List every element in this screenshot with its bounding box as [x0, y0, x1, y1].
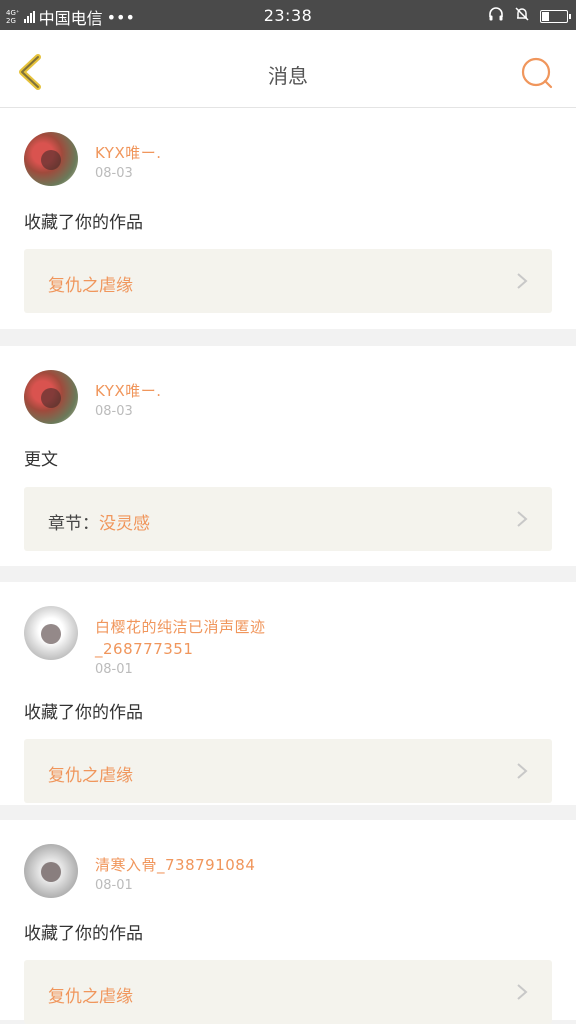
status-right: [488, 6, 571, 26]
action-text: 收藏了你的作品: [24, 924, 143, 944]
avatar[interactable]: [24, 606, 78, 660]
message-date: 08-03: [95, 166, 133, 181]
work-title: 复仇之虐缘: [48, 987, 133, 1007]
action-text: 收藏了你的作品: [24, 703, 143, 723]
avatar[interactable]: [24, 844, 78, 898]
avatar[interactable]: [24, 370, 78, 424]
work-link[interactable]: 复仇之虐缘: [24, 249, 552, 313]
username[interactable]: 白樱花的纯洁已消声匿迹_268777351: [95, 616, 335, 660]
message-card: 清寒入骨_738791084 08-01 收藏了你的作品 复仇之虐缘: [0, 820, 576, 1024]
chevron-right-icon: [517, 763, 528, 779]
message-card: KYX唯ー. 08-03 更文 章节：没灵感: [0, 346, 576, 566]
mute-bell-icon: [514, 6, 530, 26]
username[interactable]: 清寒入骨_738791084: [95, 854, 255, 876]
headphone-icon: [488, 6, 504, 26]
message-date: 08-03: [95, 404, 133, 419]
search-icon: [521, 57, 553, 89]
work-prefix: 章节：: [48, 514, 99, 534]
message-date: 08-01: [95, 662, 133, 677]
work-link[interactable]: 章节：没灵感: [24, 487, 552, 551]
work-link[interactable]: 复仇之虐缘: [24, 960, 552, 1024]
work-label: 复仇之虐缘: [48, 761, 133, 786]
app-header: 消息: [0, 30, 576, 108]
action-text: 更文: [24, 450, 58, 470]
work-label: 复仇之虐缘: [48, 271, 133, 296]
work-title: 复仇之虐缘: [48, 766, 133, 786]
page-title: 消息: [268, 64, 308, 88]
chevron-right-icon: [517, 984, 528, 1000]
username[interactable]: KYX唯ー.: [95, 142, 162, 164]
message-list: KYX唯ー. 08-03 收藏了你的作品 复仇之虐缘 KYX唯ー. 08-03 …: [0, 108, 576, 1024]
status-bar: 4G⁺ 2G 中国电信 ••• 23:38: [0, 0, 576, 30]
work-title: 复仇之虐缘: [48, 276, 133, 296]
work-label: 复仇之虐缘: [48, 982, 133, 1007]
username[interactable]: KYX唯ー.: [95, 380, 162, 402]
message-card: 白樱花的纯洁已消声匿迹_268777351 08-01 收藏了你的作品 复仇之虐…: [0, 582, 576, 805]
work-label: 章节：没灵感: [48, 509, 150, 534]
chevron-right-icon: [517, 511, 528, 527]
action-text: 收藏了你的作品: [24, 213, 143, 233]
work-title: 没灵感: [99, 514, 150, 534]
chevron-right-icon: [517, 273, 528, 289]
battery-icon: [540, 9, 571, 23]
battery-level: [542, 11, 549, 21]
message-date: 08-01: [95, 878, 133, 893]
avatar[interactable]: [24, 132, 78, 186]
search-button[interactable]: [520, 56, 554, 90]
work-link[interactable]: 复仇之虐缘: [24, 739, 552, 803]
message-card: KYX唯ー. 08-03 收藏了你的作品 复仇之虐缘: [0, 108, 576, 329]
